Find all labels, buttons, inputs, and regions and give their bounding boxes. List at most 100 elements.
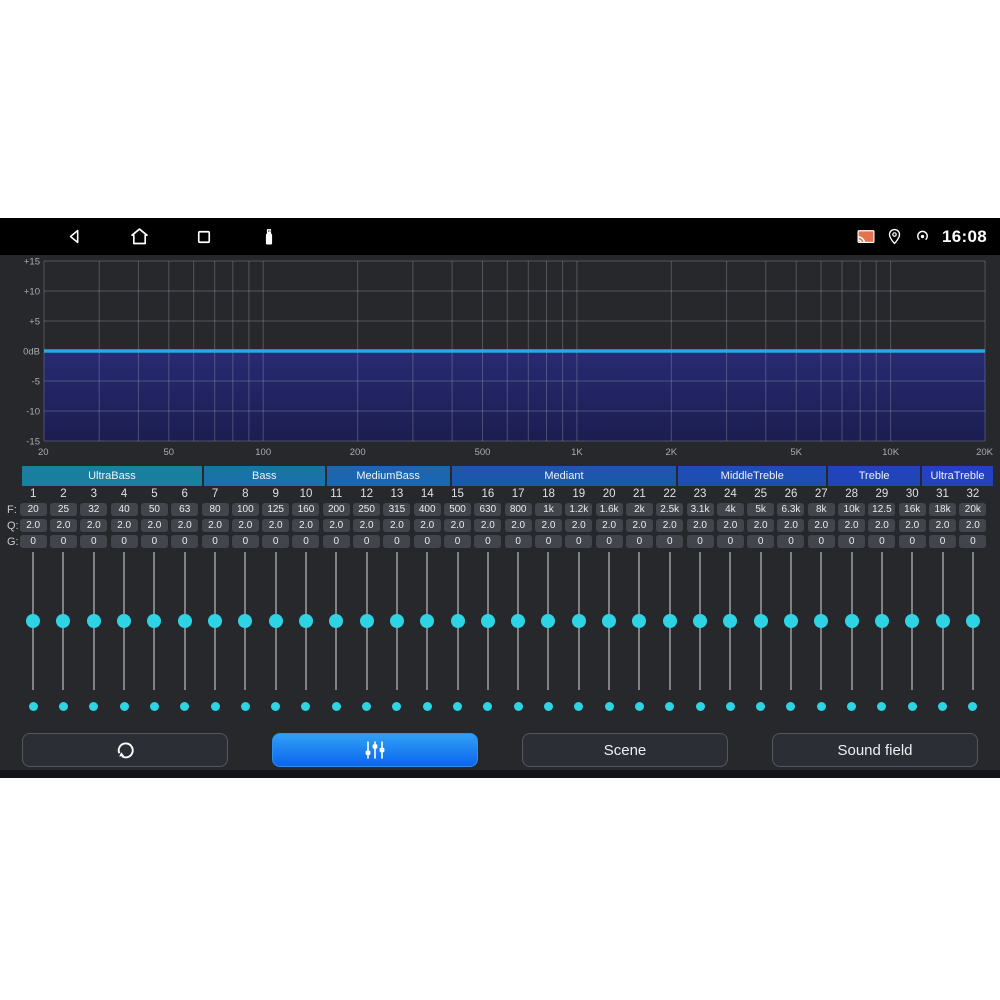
slider-knob[interactable] xyxy=(693,614,707,628)
band-tab-treble[interactable]: Treble xyxy=(828,466,920,486)
eq-gain-slider-ch26[interactable] xyxy=(776,552,806,690)
band-tab-ultratreble[interactable]: UltraTreble xyxy=(922,466,993,486)
slider-knob[interactable] xyxy=(26,614,40,628)
slider-knob[interactable] xyxy=(299,614,313,628)
reset-button[interactable] xyxy=(22,733,228,767)
slider-knob[interactable] xyxy=(481,614,495,628)
slider-knob[interactable] xyxy=(56,614,70,628)
eq-gain-slider-ch28[interactable] xyxy=(836,552,866,690)
gain-value: 0 xyxy=(838,535,865,548)
home-button[interactable] xyxy=(128,226,150,248)
channel-number-row: 1234567891011121314151617181920212223242… xyxy=(18,486,988,502)
slider-knob[interactable] xyxy=(420,614,434,628)
gain-value: 0 xyxy=(292,535,319,548)
eq-gain-slider-ch1[interactable] xyxy=(18,552,48,690)
eq-gain-slider-ch4[interactable] xyxy=(109,552,139,690)
eq-gain-slider-ch15[interactable] xyxy=(442,552,472,690)
q-value: 2.0 xyxy=(323,519,350,532)
eq-gain-slider-ch5[interactable] xyxy=(139,552,169,690)
eq-gain-slider-ch6[interactable] xyxy=(170,552,200,690)
eq-gain-slider-ch11[interactable] xyxy=(321,552,351,690)
slider-knob[interactable] xyxy=(390,614,404,628)
band-tab-mediant[interactable]: Mediant xyxy=(452,466,677,486)
q-value: 2.0 xyxy=(262,519,289,532)
slider-knob[interactable] xyxy=(632,614,646,628)
slider-knob[interactable] xyxy=(875,614,889,628)
sound-field-button[interactable]: Sound field xyxy=(772,733,978,767)
band-tab-ultrabass[interactable]: UltraBass xyxy=(22,466,202,486)
slider-knob[interactable] xyxy=(541,614,555,628)
eq-gain-slider-ch19[interactable] xyxy=(564,552,594,690)
frequency-value: 32 xyxy=(80,503,107,516)
eq-gain-slider-ch10[interactable] xyxy=(291,552,321,690)
band-indicator-dot xyxy=(241,702,250,711)
eq-gain-slider-ch13[interactable] xyxy=(382,552,412,690)
eq-gain-slider-ch25[interactable] xyxy=(746,552,776,690)
slider-knob[interactable] xyxy=(936,614,950,628)
eq-gain-slider-ch31[interactable] xyxy=(927,552,957,690)
eq-gain-slider-ch17[interactable] xyxy=(503,552,533,690)
eq-gain-slider-ch9[interactable] xyxy=(261,552,291,690)
slider-knob[interactable] xyxy=(87,614,101,628)
slider-knob[interactable] xyxy=(572,614,586,628)
eq-gain-slider-ch3[interactable] xyxy=(79,552,109,690)
band-tab-middletreble[interactable]: MiddleTreble xyxy=(678,466,826,486)
eq-gain-slider-ch32[interactable] xyxy=(958,552,988,690)
slider-knob[interactable] xyxy=(147,614,161,628)
slider-knob[interactable] xyxy=(754,614,768,628)
frequency-value: 3.1k xyxy=(687,503,714,516)
channel-number: 16 xyxy=(473,486,503,502)
channel-number: 21 xyxy=(624,486,654,502)
eq-gain-slider-ch22[interactable] xyxy=(655,552,685,690)
y-tick-label: -15 xyxy=(26,437,40,448)
eq-gain-slider-ch14[interactable] xyxy=(412,552,442,690)
eq-gain-slider-ch30[interactable] xyxy=(897,552,927,690)
slider-knob[interactable] xyxy=(208,614,222,628)
eq-gain-slider-ch16[interactable] xyxy=(473,552,503,690)
usb-status-button[interactable] xyxy=(258,226,280,248)
slider-knob[interactable] xyxy=(905,614,919,628)
frequency-value: 250 xyxy=(353,503,380,516)
slider-knob[interactable] xyxy=(269,614,283,628)
band-tab-bass[interactable]: Bass xyxy=(204,466,325,486)
eq-gain-slider-ch8[interactable] xyxy=(230,552,260,690)
eq-gain-slider-ch2[interactable] xyxy=(48,552,78,690)
eq-gain-slider-ch18[interactable] xyxy=(533,552,563,690)
slider-knob[interactable] xyxy=(663,614,677,628)
band-indicator-dot xyxy=(423,702,432,711)
band-tab-mediumbass[interactable]: MediumBass xyxy=(327,466,450,486)
slider-knob[interactable] xyxy=(451,614,465,628)
eq-gain-slider-ch24[interactable] xyxy=(715,552,745,690)
slider-knob[interactable] xyxy=(178,614,192,628)
cast-icon xyxy=(856,227,876,247)
slider-knob[interactable] xyxy=(845,614,859,628)
eq-gain-slider-ch20[interactable] xyxy=(594,552,624,690)
eq-gain-slider-ch27[interactable] xyxy=(806,552,836,690)
eq-gain-slider-ch23[interactable] xyxy=(685,552,715,690)
slider-knob[interactable] xyxy=(602,614,616,628)
scene-button[interactable]: Scene xyxy=(522,733,728,767)
recents-button[interactable] xyxy=(193,226,215,248)
equalizer-button[interactable] xyxy=(272,733,478,767)
channel-number: 8 xyxy=(230,486,260,502)
back-button[interactable] xyxy=(63,226,85,248)
eq-gain-slider-ch21[interactable] xyxy=(624,552,654,690)
channel-number: 12 xyxy=(351,486,381,502)
slider-knob[interactable] xyxy=(360,614,374,628)
eq-gain-slider-ch12[interactable] xyxy=(351,552,381,690)
slider-knob[interactable] xyxy=(814,614,828,628)
eq-gain-slider-ch7[interactable] xyxy=(200,552,230,690)
gain-value: 0 xyxy=(80,535,107,548)
slider-knob[interactable] xyxy=(966,614,980,628)
slider-knob[interactable] xyxy=(511,614,525,628)
y-tick-label: -10 xyxy=(26,407,40,418)
channel-number: 1 xyxy=(18,486,48,502)
slider-knob[interactable] xyxy=(238,614,252,628)
slider-knob[interactable] xyxy=(329,614,343,628)
frequency-value: 630 xyxy=(474,503,501,516)
eq-gain-slider-ch29[interactable] xyxy=(867,552,897,690)
slider-knob[interactable] xyxy=(723,614,737,628)
slider-knob[interactable] xyxy=(117,614,131,628)
slider-knob[interactable] xyxy=(784,614,798,628)
gain-value: 0 xyxy=(353,535,380,548)
